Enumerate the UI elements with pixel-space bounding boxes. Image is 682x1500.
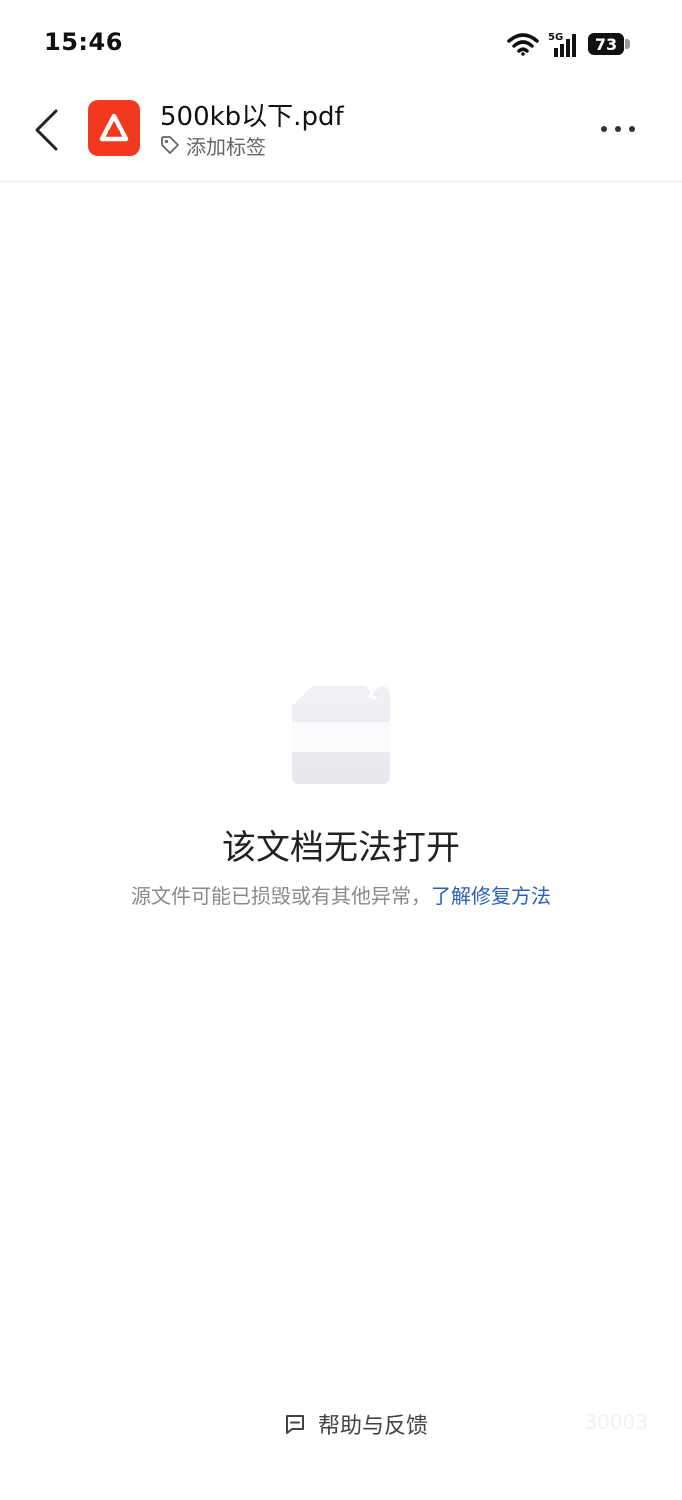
help-feedback-label: 帮助与反馈 [318, 1414, 429, 1439]
wifi-icon [507, 33, 539, 56]
network-type: 5G [548, 32, 563, 43]
more-horizontal-icon [601, 126, 635, 132]
error-code: 30003 [584, 1410, 648, 1434]
status-bar: 15:46 5G 73 [0, 0, 682, 82]
broken-document-icon [292, 686, 390, 784]
back-button[interactable] [24, 102, 68, 158]
learn-fix-link[interactable]: 了解修复方法 [431, 884, 551, 908]
status-time: 15:46 [44, 28, 123, 56]
battery-icon: 73 [588, 33, 630, 55]
battery-level: 73 [588, 33, 624, 55]
add-tag-button[interactable]: 添加标签 [160, 132, 266, 159]
feedback-icon [286, 1415, 304, 1434]
pdf-app-icon [88, 100, 140, 156]
add-tag-label: 添加标签 [186, 134, 266, 159]
chevron-left-icon [35, 109, 58, 151]
help-feedback-button[interactable]: 帮助与反馈 [284, 1408, 428, 1440]
status-icons: 5G 73 [506, 30, 630, 58]
document-header: 500kb以下.pdf 添加标签 [0, 82, 682, 182]
more-options-button[interactable] [598, 112, 638, 146]
error-description-text: 源文件可能已损毁或有其他异常， [131, 884, 431, 908]
tag-icon [161, 136, 179, 154]
error-description: 源文件可能已损毁或有其他异常，了解修复方法 [0, 880, 682, 909]
error-title: 该文档无法打开 [222, 828, 460, 868]
battery-tip [625, 39, 630, 49]
file-title: 500kb以下.pdf [160, 102, 344, 132]
signal-icon: 5G [548, 32, 576, 57]
